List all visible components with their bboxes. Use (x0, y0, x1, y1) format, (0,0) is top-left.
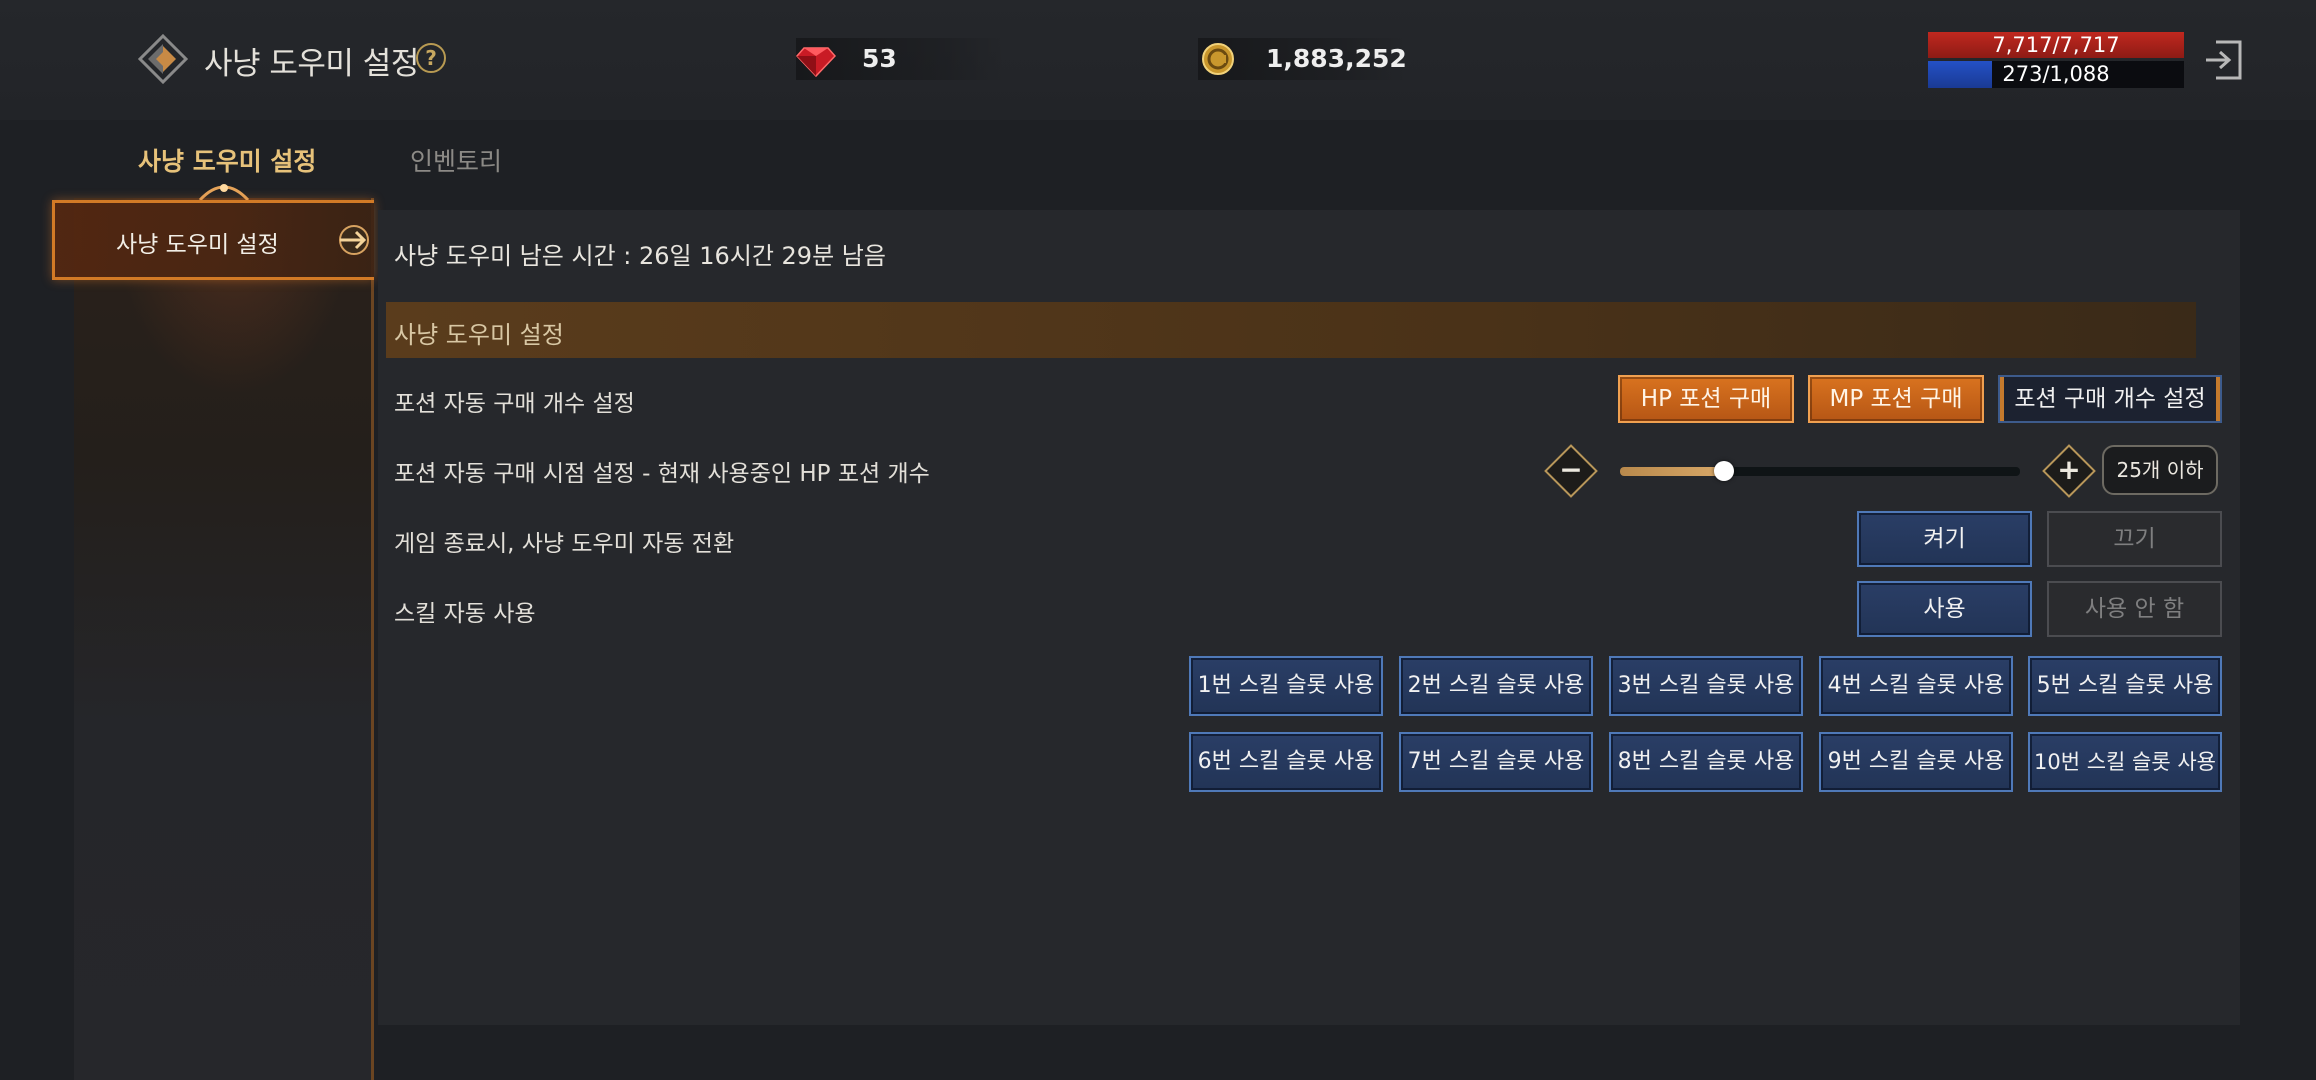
red-gem-icon (796, 47, 836, 78)
skill-slot-7-button[interactable]: 7번 스킬 슬롯 사용 (1399, 732, 1593, 792)
section-title: 사냥 도우미 설정 (394, 321, 564, 349)
skill-slot-2-button[interactable]: 2번 스킬 슬롯 사용 (1399, 656, 1593, 716)
mp-potion-buy-button[interactable]: MP 포션 구매 (1808, 375, 1984, 423)
skill-slot-1-button[interactable]: 1번 스킬 슬롯 사용 (1189, 656, 1383, 716)
minus-icon: − (1559, 453, 1583, 486)
skill-slot-8-button[interactable]: 8번 스킬 슬롯 사용 (1609, 732, 1803, 792)
sidebar-ornament-icon (198, 184, 250, 202)
mp-bar: 273/1,088 (1928, 61, 2184, 88)
tab-inventory[interactable]: 인벤토리 (410, 142, 502, 178)
skill-slot-4-button[interactable]: 4번 스킬 슬롯 사용 (1819, 656, 2013, 716)
selected-arrow-icon (339, 225, 369, 255)
slider-fill (1620, 467, 1724, 476)
skill-slot-10-button[interactable]: 10번 스킬 슬롯 사용 (2028, 732, 2222, 792)
gold-balance: 1,883,252 (1198, 38, 1408, 80)
plus-icon: + (2057, 453, 2081, 486)
exit-icon[interactable] (2202, 38, 2244, 82)
remaining-time: 사냥 도우미 남은 시간 : 26일 16시간 29분 남음 (394, 242, 886, 270)
skill-slot-3-button[interactable]: 3번 스킬 슬롯 사용 (1609, 656, 1803, 716)
hp-potion-buy-button[interactable]: HP 포션 구매 (1618, 375, 1794, 423)
skill-slot-5-button[interactable]: 5번 스킬 슬롯 사용 (2028, 656, 2222, 716)
auto-switch-label: 게임 종료시, 사냥 도우미 자동 전환 (394, 531, 735, 557)
help-icon[interactable]: ? (416, 43, 446, 73)
tab-hunting-helper-settings[interactable]: 사냥 도우미 설정 (138, 142, 316, 178)
gem-count: 53 (862, 44, 897, 73)
skill-slot-6-button[interactable]: 6번 스킬 슬롯 사용 (1189, 732, 1383, 792)
auto-skill-no-use-button[interactable]: 사용 안 함 (2047, 581, 2222, 637)
sidebar-item-label: 사냥 도우미 설정 (116, 232, 279, 258)
potion-purchase-label: 포션 자동 구매 개수 설정 (394, 391, 635, 417)
potion-timing-label: 포션 자동 구매 시점 설정 - 현재 사용중인 HP 포션 개수 (394, 461, 930, 487)
mp-text: 273/1,088 (2002, 62, 2110, 86)
hp-text: 7,717/7,717 (1992, 33, 2120, 57)
hunting-helper-logo-icon (138, 34, 188, 84)
hp-mp-bars: 7,717/7,717 273/1,088 (1928, 32, 2184, 88)
hp-bar: 7,717/7,717 (1928, 32, 2184, 58)
potion-timing-slider[interactable] (1620, 461, 2020, 481)
skill-slot-9-button[interactable]: 9번 스킬 슬롯 사용 (1819, 732, 2013, 792)
potion-threshold-value: 25개 이하 (2102, 445, 2218, 495)
page-title: 사냥 도우미 설정 (204, 46, 419, 82)
auto-switch-off-button[interactable]: 끄기 (2047, 511, 2222, 567)
slider-handle[interactable] (1714, 461, 1734, 481)
auto-skill-use-button[interactable]: 사용 (1857, 581, 2032, 637)
sidebar (74, 198, 374, 1080)
section-header: 사냥 도우미 설정 (386, 302, 2196, 358)
auto-skill-label: 스킬 자동 사용 (394, 601, 536, 627)
gem-balance: 53 (796, 38, 1006, 80)
gold-amount: 1,883,252 (1266, 44, 1407, 73)
auto-switch-on-button[interactable]: 켜기 (1857, 511, 2032, 567)
potion-count-setting-button[interactable]: 포션 구매 개수 설정 (1998, 375, 2222, 423)
gold-coin-icon (1202, 43, 1234, 75)
